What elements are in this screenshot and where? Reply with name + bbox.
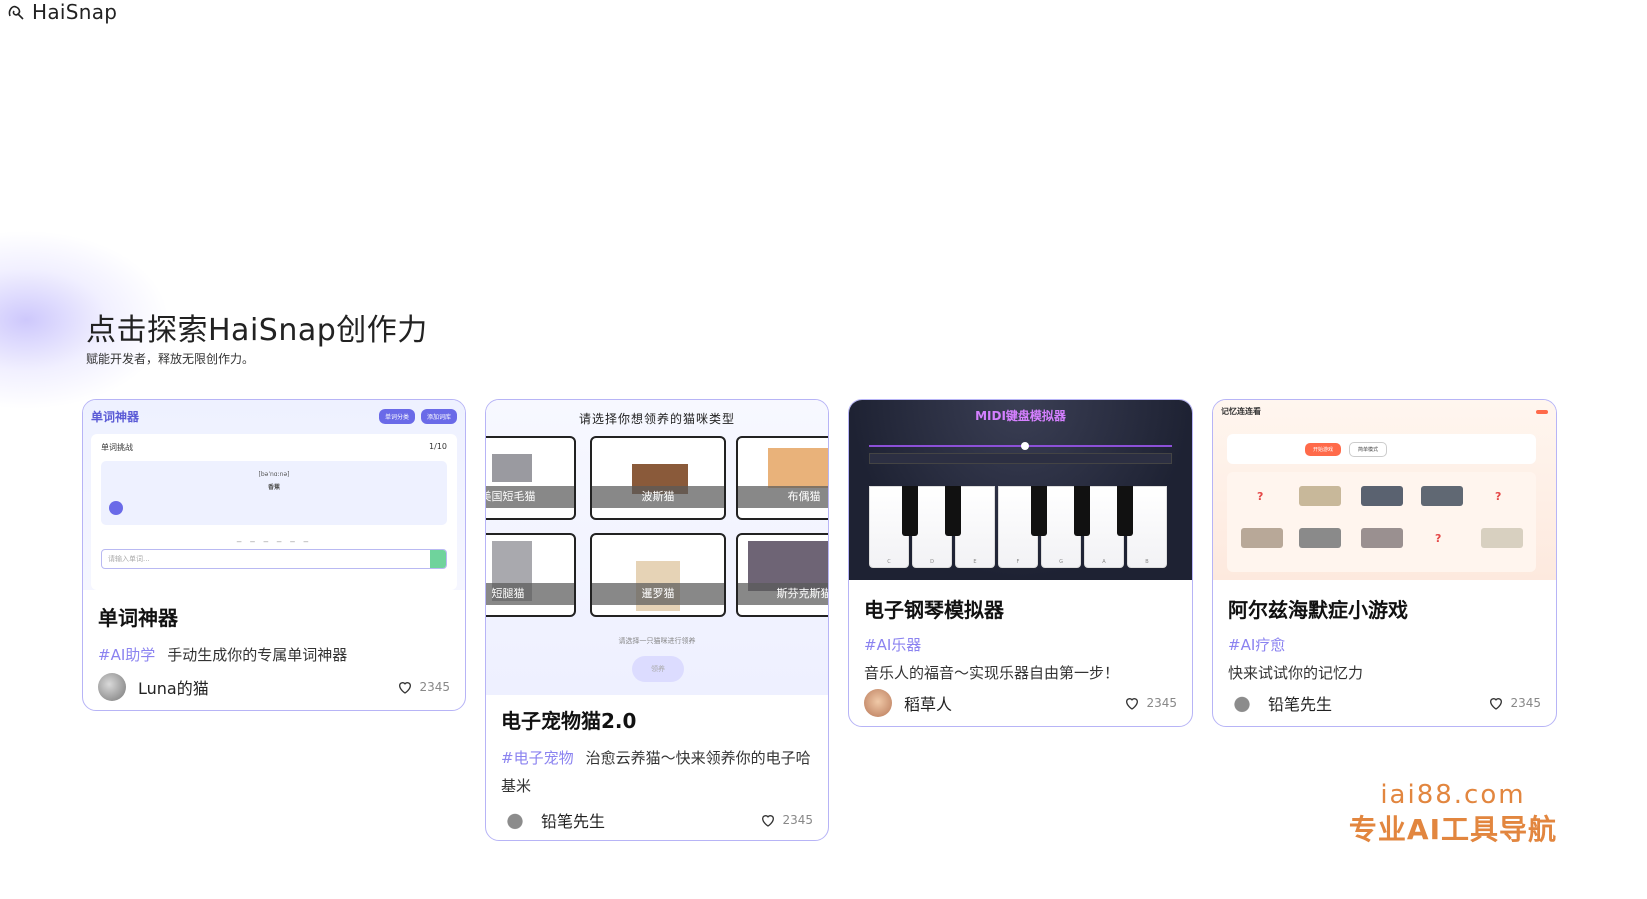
hero-subtitle: 赋能开发者，释放无限创作力。 [86,352,255,366]
preview-start-button: 开始游戏 [1305,442,1342,456]
like-count: 2345 [1146,696,1177,710]
watermark-name: 专业AI工具导航 [1348,813,1557,846]
like-count: 2345 [782,813,813,827]
author-name: Luna的猫 [138,679,209,698]
cat-option: 短腿猫 [486,533,576,617]
like-button[interactable]: 2345 [397,679,450,695]
author-name: 铅笔先生 [1268,695,1333,714]
volume-slider [869,442,1172,450]
preview-badge [1536,409,1548,414]
watermark: iai88.com 专业AI工具导航 [1349,780,1557,848]
card-tag[interactable]: #AI乐器 [864,631,1165,659]
card-description: 音乐人的福音～实现乐器自由第一步！ [864,664,1120,682]
black-key [1031,486,1047,536]
card-author[interactable]: 稻草人 [864,689,952,717]
brand-name: HaiSnap [32,0,118,24]
piano-keys: C D E F G A B [869,486,1172,568]
author-name: 稻草人 [904,695,953,714]
preview-app-title: MIDI键盘模拟器 [975,409,1066,423]
card-title: 单词神器 [98,606,178,630]
preview-app-title: 单词神器 [91,409,140,424]
preview-panel-title: 单词挑战 [101,443,133,452]
preview-button: 单词分类 [378,408,415,424]
black-key [1074,486,1090,536]
card-author[interactable]: 铅笔先生 [1228,689,1332,717]
project-card-piano[interactable]: MIDI键盘模拟器 C D E F G A B 电子钢琴模拟器 #AI乐器 音乐… [848,399,1193,727]
project-card-memory-game[interactable]: 记忆连连看 开始游戏 简单模式 ? ? ? 阿尔兹海默症小游戏 #AI疗愈 快来… [1212,399,1557,727]
preview-question: 请选择你想领养的猫咪类型 [578,412,735,426]
author-name: 铅笔先生 [541,812,606,831]
black-key [945,486,961,536]
card-author[interactable]: 铅笔先生 [501,806,605,834]
cat-option: 波斯猫 [590,436,726,520]
card-tag[interactable]: #AI助学 [98,646,155,664]
cat-option: 美国短毛猫 [486,436,576,520]
preview-app-title: 记忆连连看 [1221,407,1261,416]
hero-title: 点击探索HaiSnap创作力 [86,313,428,348]
avatar [1228,689,1256,717]
card-preview: 记忆连连看 开始游戏 简单模式 ? ? ? [1213,400,1556,580]
heart-icon [762,815,775,827]
avatar [501,806,529,834]
preview-mode-select: 简单模式 [1349,441,1388,457]
cat-option: 布偶猫 [736,436,828,520]
card-author[interactable]: Luna的猫 [98,673,209,701]
black-key [902,486,918,536]
watermark-domain: iai88.com [1380,780,1526,810]
card-preview: 单词神器 单词分类 添加词库 单词挑战 1/10 [bəˈnɑːnə] 香蕉 _… [83,400,465,590]
card-tag[interactable]: #AI疗愈 [1228,631,1529,659]
instrument-select [869,452,1172,464]
like-button[interactable]: 2345 [1124,695,1177,711]
heart-icon [1490,698,1503,710]
preview-meaning: 香蕉 [267,484,280,491]
preview-blanks: _ _ _ _ _ _ [236,533,312,543]
card-description: 手动生成你的专属单词神器 [167,646,348,664]
card-tag[interactable]: #电子宠物 [501,749,574,767]
like-button[interactable]: 2345 [760,812,813,828]
card-title: 阿尔兹海默症小游戏 [1228,598,1408,622]
like-count: 2345 [1510,696,1541,710]
brand[interactable]: HaiSnap [6,0,117,24]
preview-hint: 请选择一只猫咪进行领养 [618,637,696,645]
piano-key: B [1127,486,1167,568]
hero-section: 点击探索HaiSnap创作力 赋能开发者，释放无限创作力。 [86,313,428,367]
check-icon [430,550,446,568]
avatar [864,689,892,717]
preview-adopt-button: 领养 [632,656,684,682]
card-title: 电子钢琴模拟器 [864,598,1004,622]
card-title: 电子宠物猫2.0 [501,709,637,733]
cat-option: 暹罗猫 [590,533,726,617]
card-description: 快来试试你的记忆力 [1228,664,1364,682]
piano-key: E [955,486,995,568]
project-card-pet-cat[interactable]: 请选择你想领养的猫咪类型 美国短毛猫 波斯猫 布偶猫 短腿猫 暹罗猫 斯芬克斯猫… [485,399,829,841]
preview-input-placeholder: 请输入单词... [108,555,150,563]
project-card-word-tool[interactable]: 单词神器 单词分类 添加词库 单词挑战 1/10 [bəˈnɑːnə] 香蕉 _… [82,399,466,711]
cat-option: 斯芬克斯猫 [736,533,828,617]
speaker-icon [109,501,123,515]
haisnap-logo-icon [8,5,24,20]
card-preview: MIDI键盘模拟器 C D E F G A B [849,400,1192,580]
preview-phonetic: [bəˈnɑːnə] [258,471,290,478]
like-count: 2345 [419,680,450,694]
like-button[interactable]: 2345 [1488,695,1541,711]
preview-button: 添加词库 [420,408,457,424]
preview-progress: 1/10 [429,442,447,451]
heart-icon [399,682,412,694]
avatar [98,673,126,701]
heart-icon [1126,698,1139,710]
card-preview: 请选择你想领养的猫咪类型 美国短毛猫 波斯猫 布偶猫 短腿猫 暹罗猫 斯芬克斯猫… [486,400,828,695]
memory-board: ? ? ? [1227,472,1536,572]
black-key [1117,486,1133,536]
